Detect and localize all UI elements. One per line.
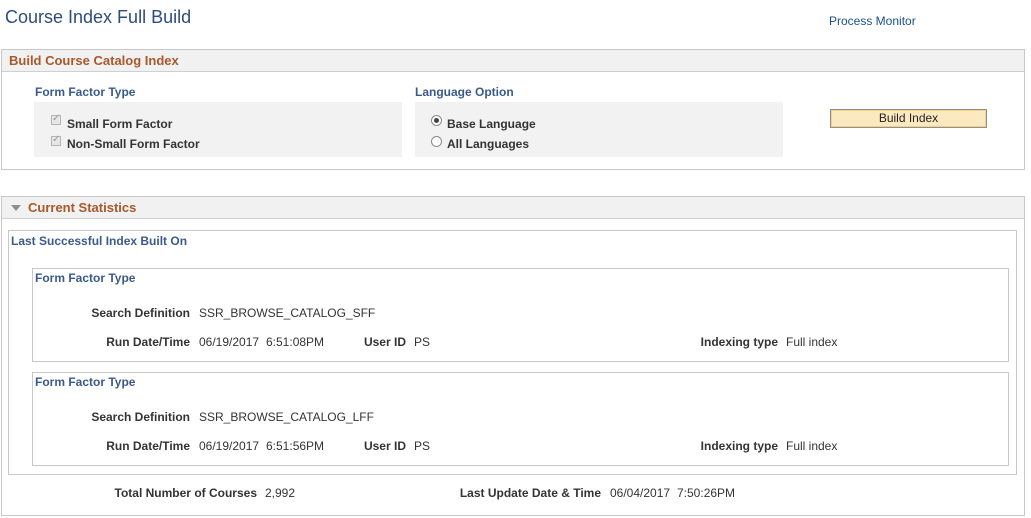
search-definition-label: Search Definition: [91, 306, 190, 320]
base-language-radio[interactable]: [431, 115, 442, 126]
run-time-value: 6:51:56PM: [266, 439, 325, 453]
build-section-header: Build Course Catalog Index: [2, 50, 1024, 72]
run-date-value: 06/19/2017: [199, 439, 260, 453]
statistics-section-header[interactable]: Current Statistics: [2, 197, 1024, 219]
base-language-label: Base Language: [447, 117, 536, 131]
run-time-value: 6:51:08PM: [266, 335, 325, 349]
total-courses-label: Total Number of Courses: [114, 486, 257, 500]
non-small-form-factor-label: Non-Small Form Factor: [67, 137, 200, 151]
user-id-value: PS: [414, 335, 431, 349]
indexing-type-label: Indexing type: [700, 439, 778, 453]
search-definition-label: Search Definition: [91, 410, 190, 424]
non-small-form-factor-checkbox[interactable]: [51, 134, 61, 146]
language-option-label: Language Option: [415, 85, 514, 99]
all-languages-label: All Languages: [447, 137, 530, 151]
last-update-time: 7:50:26PM: [677, 486, 736, 500]
indexing-type-value: Full index: [786, 335, 838, 349]
all-languages-radio[interactable]: [431, 136, 442, 147]
last-update-date: 06/04/2017: [610, 486, 671, 500]
search-definition-value: SSR_BROWSE_CATALOG_LFF: [199, 410, 374, 424]
block-heading: Form Factor Type: [35, 271, 136, 285]
run-date-value: 06/19/2017: [199, 335, 260, 349]
small-form-factor-label: Small Form Factor: [67, 117, 173, 131]
indexing-type-value: Full index: [786, 439, 838, 453]
user-id-label: User ID: [363, 439, 406, 453]
process-monitor-link[interactable]: Process Monitor: [829, 14, 916, 28]
form-factor-label: Form Factor Type: [35, 85, 136, 99]
small-form-factor-checkbox[interactable]: [51, 113, 61, 125]
build-index-button[interactable]: Build Index: [830, 109, 987, 128]
user-id-value: PS: [414, 439, 431, 453]
build-section-title: Build Course Catalog Index: [9, 53, 179, 68]
total-courses-value: 2,992: [265, 486, 296, 500]
block-heading: Form Factor Type: [35, 375, 136, 389]
collapse-triangle-icon[interactable]: [11, 205, 21, 211]
statistics-section-title: Current Statistics: [28, 200, 137, 215]
last-update-label: Last Update Date & Time: [459, 486, 601, 500]
run-datetime-label: Run Date/Time: [106, 439, 190, 453]
last-built-label: Last Successful Index Built On: [11, 234, 188, 248]
run-datetime-label: Run Date/Time: [106, 335, 190, 349]
search-definition-value: SSR_BROWSE_CATALOG_SFF: [199, 306, 376, 320]
user-id-label: User ID: [363, 335, 406, 349]
language-option-group: Base Language All Languages: [415, 102, 783, 157]
indexing-type-label: Indexing type: [700, 335, 778, 349]
form-factor-group: Small Form Factor Non-Small Form Factor: [34, 102, 402, 157]
page-title: Course Index Full Build: [5, 7, 192, 27]
